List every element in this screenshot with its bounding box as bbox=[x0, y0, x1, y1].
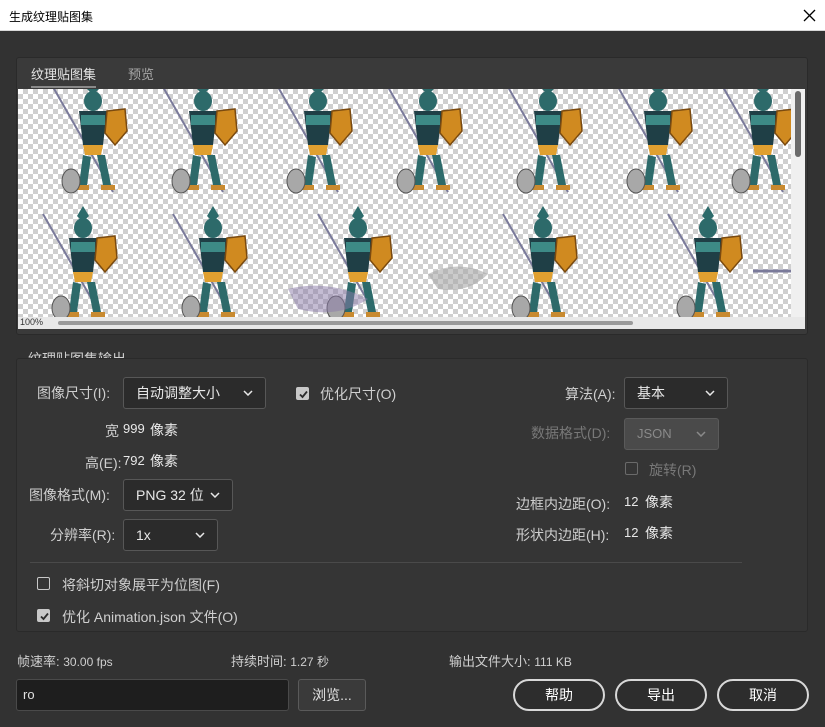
algorithm-label: 算法(A): bbox=[565, 386, 616, 402]
filesize-value: 111 KB bbox=[534, 655, 572, 669]
height-label: 高(E): bbox=[85, 455, 122, 471]
rotate-label: 旋转(R) bbox=[649, 462, 697, 478]
framerate-label: 帧速率: bbox=[17, 654, 60, 669]
tab-texture-atlas[interactable]: 纹理贴图集 bbox=[31, 64, 97, 88]
shape-padding-value: 12 bbox=[624, 525, 639, 540]
duration-label: 持续时间: bbox=[231, 654, 287, 669]
close-icon bbox=[803, 9, 816, 22]
optimize-size-label: 优化尺寸(O) bbox=[320, 386, 397, 402]
chevron-down-icon bbox=[696, 431, 706, 437]
image-size-dropdown[interactable]: 自动调整大小 bbox=[123, 377, 266, 409]
height-unit: 像素 bbox=[150, 453, 178, 469]
data-format-label: 数据格式(D): bbox=[531, 425, 611, 441]
image-format-dropdown[interactable]: PNG 32 位 bbox=[123, 479, 233, 511]
image-format-value: PNG 32 位 bbox=[136, 487, 204, 503]
flatten-bevel-checkbox[interactable] bbox=[37, 577, 50, 590]
cancel-button[interactable]: 取消 bbox=[717, 679, 809, 711]
width-unit: 像素 bbox=[150, 422, 178, 438]
preview-horizontal-scrollbar[interactable]: 100% bbox=[18, 317, 805, 329]
filesize-label: 输出文件大小: bbox=[449, 654, 531, 669]
shape-padding-label: 形状内边距(H): bbox=[516, 527, 610, 543]
data-format-value: JSON bbox=[637, 426, 672, 441]
chevron-down-icon bbox=[705, 390, 715, 396]
resolution-dropdown[interactable]: 1x bbox=[123, 519, 218, 551]
width-label: 宽 bbox=[105, 423, 119, 439]
chevron-down-icon bbox=[210, 492, 220, 498]
framerate-value: 30.00 fps bbox=[63, 655, 113, 669]
rotate-checkbox bbox=[625, 462, 638, 475]
window-title: 生成纹理贴图集 bbox=[9, 10, 94, 24]
title-bar: 生成纹理贴图集 bbox=[0, 0, 825, 31]
width-value: 999 bbox=[123, 421, 145, 436]
border-padding-value: 12 bbox=[624, 494, 639, 509]
preview-vertical-scrollbar[interactable] bbox=[791, 89, 805, 317]
duration-value: 1.27 秒 bbox=[290, 655, 329, 669]
resolution-value: 1x bbox=[136, 527, 151, 543]
atlas-preview-canvas[interactable] bbox=[18, 89, 791, 317]
optimize-json-checkbox[interactable] bbox=[37, 609, 50, 622]
texture-preview-panel: 纹理贴图集 预览 100% bbox=[16, 57, 808, 335]
algorithm-value: 基本 bbox=[637, 385, 665, 401]
image-format-label: 图像格式(M): bbox=[29, 487, 110, 503]
optimize-json-label: 优化 Animation.json 文件(O) bbox=[62, 609, 238, 625]
checkmark-icon bbox=[299, 390, 308, 399]
chevron-down-icon bbox=[195, 532, 205, 538]
horizontal-scroll-thumb[interactable] bbox=[58, 321, 633, 325]
help-button[interactable]: 帮助 bbox=[513, 679, 605, 711]
filesize-stat: 输出文件大小: 111 KB bbox=[449, 651, 572, 670]
optimize-size-checkbox[interactable] bbox=[296, 387, 309, 400]
framerate-stat: 帧速率: 30.00 fps bbox=[17, 651, 113, 670]
shape-padding-unit: 像素 bbox=[645, 525, 673, 541]
tab-preview[interactable]: 预览 bbox=[128, 64, 154, 86]
flatten-bevel-label: 将斜切对象展平为位图(F) bbox=[62, 577, 220, 593]
border-padding-unit: 像素 bbox=[645, 494, 673, 510]
height-value: 792 bbox=[123, 453, 145, 468]
sprite-atlas-image bbox=[42, 89, 791, 317]
export-button[interactable]: 导出 bbox=[615, 679, 707, 711]
output-path-input[interactable]: ro bbox=[16, 679, 289, 711]
section-divider bbox=[30, 562, 742, 563]
image-size-label: 图像尺寸(I): bbox=[37, 385, 111, 401]
algorithm-dropdown[interactable]: 基本 bbox=[624, 377, 728, 409]
border-padding-label: 边框内边距(O): bbox=[516, 496, 611, 512]
resolution-label: 分辨率(R): bbox=[50, 527, 116, 543]
vertical-scroll-thumb[interactable] bbox=[795, 91, 801, 157]
chevron-down-icon bbox=[243, 390, 253, 396]
image-size-value: 自动调整大小 bbox=[136, 385, 220, 401]
close-button[interactable] bbox=[794, 0, 825, 31]
browse-button[interactable]: 浏览... bbox=[298, 679, 366, 711]
data-format-dropdown: JSON bbox=[624, 418, 719, 450]
duration-stat: 持续时间: 1.27 秒 bbox=[231, 651, 329, 670]
checkmark-icon bbox=[40, 612, 49, 621]
zoom-level: 100% bbox=[20, 317, 44, 327]
